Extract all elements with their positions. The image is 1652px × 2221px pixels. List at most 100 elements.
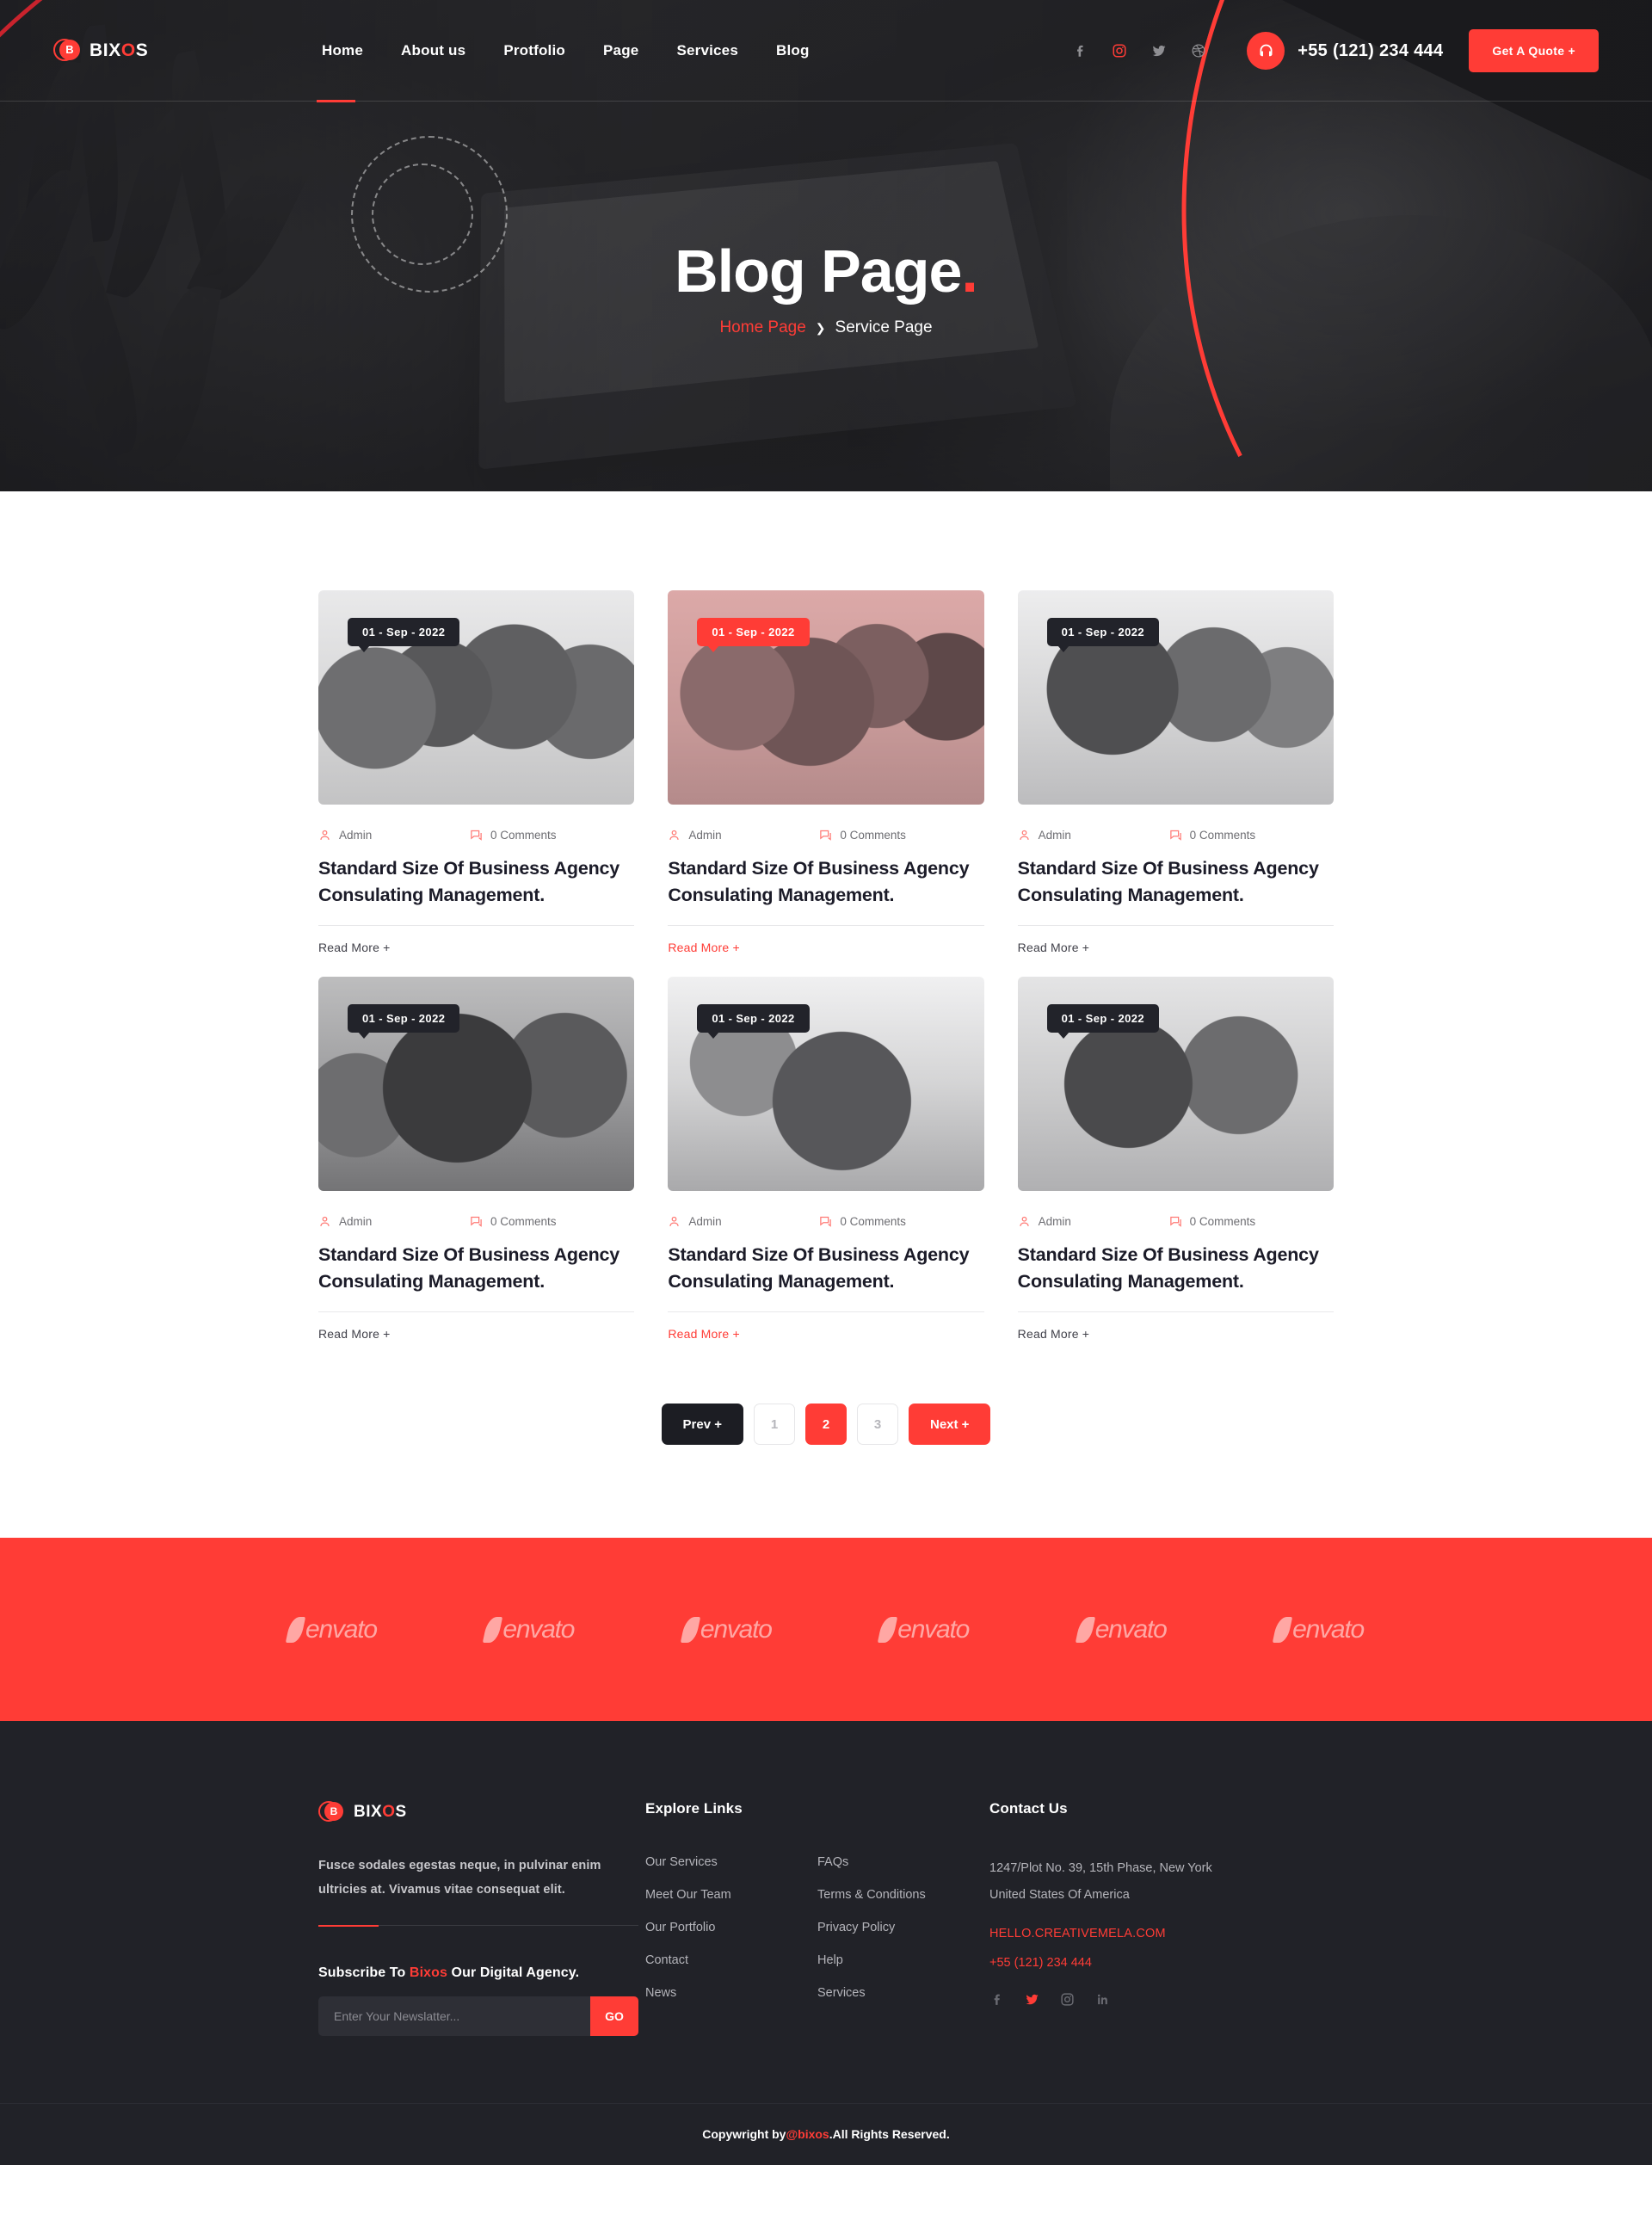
blog-card-divider bbox=[1017, 1311, 1334, 1313]
instagram-icon[interactable] bbox=[1060, 1992, 1075, 2007]
header-phone[interactable]: +55 (121) 234 444 bbox=[1247, 32, 1443, 70]
linkedin-icon[interactable] bbox=[1095, 1992, 1110, 2007]
blog-card-comments: 0 Comments bbox=[1169, 829, 1256, 842]
footer-link-services[interactable]: Services bbox=[817, 1986, 989, 2000]
pagination-page-2[interactable]: 2 bbox=[805, 1404, 847, 1446]
brand-logo-envato[interactable]: envato bbox=[1075, 1615, 1168, 1644]
blog-card-meta: Admin 0 Comments bbox=[318, 1215, 634, 1228]
blog-card-author-name: Admin bbox=[1038, 829, 1071, 842]
newsletter-submit-button[interactable]: GO bbox=[590, 1996, 638, 2036]
blog-card[interactable]: 01 - Sep - 2022 Admin 0 Comments Standar… bbox=[1017, 977, 1334, 1363]
brand-logo-envato[interactable]: envato bbox=[483, 1615, 575, 1644]
blog-card[interactable]: 01 - Sep - 2022 Admin 0 Comments Standar… bbox=[668, 977, 984, 1363]
blog-card-comments: 0 Comments bbox=[470, 1215, 557, 1228]
blog-card-title[interactable]: Standard Size Of Business Agency Consula… bbox=[318, 1242, 634, 1294]
blog-card-thumbnail[interactable]: 01 - Sep - 2022 bbox=[318, 977, 635, 1192]
blog-card-title[interactable]: Standard Size Of Business Agency Consula… bbox=[1018, 1242, 1334, 1294]
facebook-icon[interactable] bbox=[1071, 42, 1088, 59]
footer-link-our-portfolio[interactable]: Our Portfolio bbox=[645, 1921, 817, 1934]
blog-card-title[interactable]: Standard Size Of Business Agency Consula… bbox=[668, 1242, 983, 1294]
blog-card[interactable]: 01 - Sep - 2022 Admin 0 Comments Standar… bbox=[668, 590, 984, 977]
envato-drop-icon bbox=[1075, 1616, 1095, 1643]
footer-email-link[interactable]: HELLO.CREATIVEMELA.COM bbox=[989, 1927, 1334, 1940]
copyright-brand[interactable]: @bixos bbox=[786, 2127, 829, 2141]
pagination: Prev + 1 2 3 Next + bbox=[318, 1404, 1334, 1538]
blog-card-divider bbox=[318, 1311, 635, 1313]
user-icon bbox=[668, 1215, 681, 1228]
footer-link-help[interactable]: Help bbox=[817, 1953, 989, 1967]
footer-phone-link[interactable]: +55 (121) 234 444 bbox=[989, 1956, 1334, 1970]
pagination-next-button[interactable]: Next + bbox=[909, 1404, 991, 1446]
footer-link-privacy-policy[interactable]: Privacy Policy bbox=[817, 1921, 989, 1934]
blog-card[interactable]: 01 - Sep - 2022 Admin 0 Comments Standar… bbox=[318, 977, 635, 1363]
brand-logo-envato[interactable]: envato bbox=[680, 1615, 773, 1644]
logo-mark-icon: B bbox=[53, 38, 80, 65]
read-more-link[interactable]: Read More + bbox=[318, 941, 391, 977]
footer-link-terms-conditions[interactable]: Terms & Conditions bbox=[817, 1888, 989, 1902]
brand-logo-envato[interactable]: envato bbox=[1272, 1615, 1365, 1644]
brand-logo-envato[interactable]: envato bbox=[285, 1615, 378, 1644]
read-more-link[interactable]: Read More + bbox=[1018, 1327, 1090, 1363]
copyright-bar: Copywright by @bixos .All Rights Reserved… bbox=[0, 2102, 1652, 2165]
footer-link-our-services[interactable]: Our Services bbox=[645, 1855, 817, 1869]
blog-card-title[interactable]: Standard Size Of Business Agency Consula… bbox=[318, 855, 634, 908]
user-icon bbox=[318, 1215, 331, 1228]
blog-card[interactable]: 01 - Sep - 2022 Admin 0 Comments Standar… bbox=[1017, 590, 1334, 977]
blog-card-thumbnail[interactable]: 01 - Sep - 2022 bbox=[1017, 977, 1334, 1192]
dribbble-icon[interactable] bbox=[1190, 42, 1207, 59]
comment-icon bbox=[819, 829, 832, 842]
envato-drop-icon bbox=[483, 1616, 503, 1643]
get-a-quote-button[interactable]: Get A Quote + bbox=[1469, 29, 1599, 72]
footer-link-faqs[interactable]: FAQs bbox=[817, 1855, 989, 1869]
footer-link-contact[interactable]: Contact bbox=[645, 1953, 817, 1967]
blog-card[interactable]: 01 - Sep - 2022 Admin 0 Comments Standar… bbox=[318, 590, 635, 977]
newsletter-email-input[interactable] bbox=[318, 1996, 590, 2036]
blog-card-thumbnail[interactable]: 01 - Sep - 2022 bbox=[1017, 590, 1334, 805]
nav-item-home[interactable]: Home bbox=[322, 37, 363, 65]
nav-active-indicator bbox=[317, 100, 355, 102]
blog-card-thumbnail[interactable]: 01 - Sep - 2022 bbox=[318, 590, 635, 805]
nav-item-about-us[interactable]: About us bbox=[401, 37, 465, 65]
breadcrumb-home-link[interactable]: Home Page bbox=[719, 318, 805, 337]
logo-text-pre: BIX bbox=[89, 40, 121, 60]
blog-card-author: Admin bbox=[318, 829, 470, 842]
instagram-icon[interactable] bbox=[1111, 42, 1128, 59]
pagination-page-3[interactable]: 3 bbox=[857, 1404, 898, 1446]
twitter-icon[interactable] bbox=[1150, 42, 1168, 59]
twitter-icon[interactable] bbox=[1025, 1992, 1039, 2007]
read-more-link[interactable]: Read More + bbox=[318, 1327, 391, 1363]
hero-section: B BIXOS Home About us Protfolio Page Ser… bbox=[0, 0, 1652, 491]
footer-link-news[interactable]: News bbox=[645, 1986, 817, 2000]
blog-card-comment-count: 0 Comments bbox=[1189, 829, 1256, 842]
site-logo[interactable]: B BIXOS bbox=[53, 38, 311, 65]
envato-drop-icon bbox=[878, 1616, 898, 1643]
read-more-link[interactable]: Read More + bbox=[668, 941, 740, 977]
facebook-icon[interactable] bbox=[989, 1992, 1004, 2007]
blog-card-date-badge: 01 - Sep - 2022 bbox=[348, 618, 460, 652]
nav-item-blog[interactable]: Blog bbox=[776, 37, 810, 65]
comment-icon bbox=[470, 1215, 483, 1228]
blog-card-divider bbox=[318, 925, 635, 927]
footer-logo[interactable]: B BIXOS bbox=[318, 1800, 645, 1824]
blog-card-title[interactable]: Standard Size Of Business Agency Consula… bbox=[1018, 855, 1334, 908]
comment-icon bbox=[1169, 1215, 1182, 1228]
nav-item-protfolio[interactable]: Protfolio bbox=[503, 37, 565, 65]
pagination-page-1[interactable]: 1 bbox=[754, 1404, 795, 1446]
blog-card-thumbnail[interactable]: 01 - Sep - 2022 bbox=[668, 977, 984, 1192]
nav-item-page[interactable]: Page bbox=[603, 37, 638, 65]
logo-letter: B bbox=[59, 39, 80, 60]
read-more-link[interactable]: Read More + bbox=[668, 1327, 740, 1363]
nav-item-services[interactable]: Services bbox=[676, 37, 738, 65]
blog-card-title[interactable]: Standard Size Of Business Agency Consula… bbox=[668, 855, 983, 908]
blog-card-thumbnail[interactable]: 01 - Sep - 2022 bbox=[668, 590, 984, 805]
footer-explore-column: Explore Links Our Services Meet Our Team… bbox=[645, 1800, 989, 2036]
read-more-link[interactable]: Read More + bbox=[1018, 941, 1090, 977]
brand-logo-envato[interactable]: envato bbox=[878, 1615, 970, 1644]
user-icon bbox=[668, 829, 681, 842]
headset-icon bbox=[1247, 32, 1285, 70]
footer-link-meet-our-team[interactable]: Meet Our Team bbox=[645, 1888, 817, 1902]
chevron-right-icon: ❯ bbox=[815, 320, 826, 335]
newsletter-form: GO bbox=[318, 1996, 638, 2036]
envato-drop-icon bbox=[680, 1616, 701, 1643]
pagination-prev-button[interactable]: Prev + bbox=[661, 1404, 743, 1446]
